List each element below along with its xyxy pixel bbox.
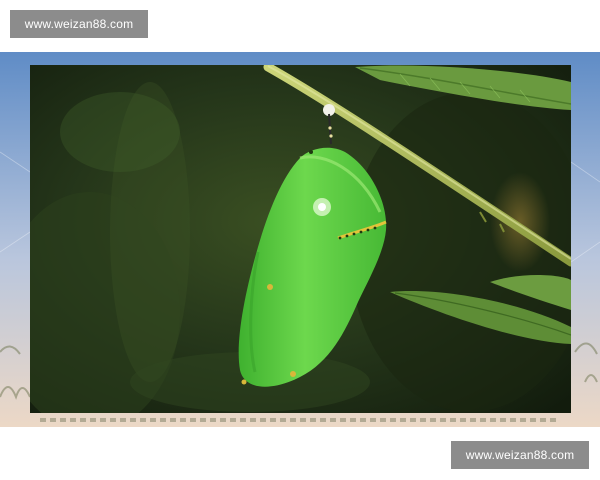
watermark-top: www.weizan88.com <box>10 10 148 38</box>
photo-frame <box>0 52 600 427</box>
watermark-bottom: www.weizan88.com <box>451 441 589 469</box>
photo-main <box>30 65 571 413</box>
photo-illustration <box>0 52 600 427</box>
